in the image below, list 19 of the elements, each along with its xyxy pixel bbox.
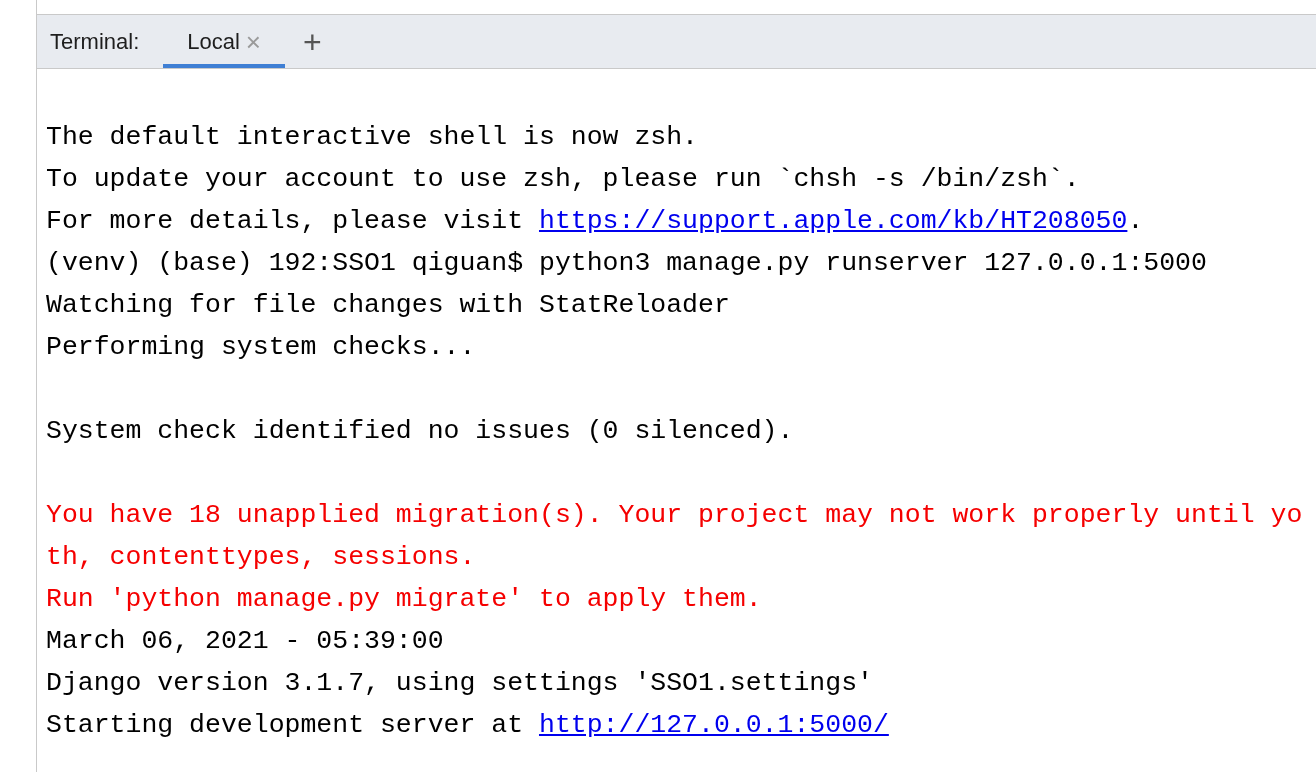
output-text: For more details, please visit: [46, 205, 525, 238]
terminal-label: Terminal:: [50, 28, 140, 56]
output-line: To update your account to use zsh, please run `chsh -s /bin/zsh`.: [46, 163, 1081, 196]
add-tab-button[interactable]: +: [303, 25, 322, 58]
error-line: Run 'python manage.py migrate' to apply them.: [46, 583, 763, 616]
output-line: Performing system checks...: [46, 331, 477, 364]
output-line: (venv) (base) 192:SSO1 qiguan$ python3 manage.py runserver 127.0.0.1:5000: [46, 247, 1208, 280]
error-line: th, contenttypes, sessions.: [46, 541, 477, 574]
output-line: March 06, 2021 - 05:39:00: [46, 625, 445, 658]
output-text: Starting development server at: [46, 709, 525, 742]
output-line: System check identified no issues (0 silenced).: [46, 415, 795, 448]
error-line: You have 18 unapplied migration(s). Your project may not work properly until yo: [46, 499, 1304, 532]
output-line: Watching for file changes with StatReloader: [46, 289, 731, 322]
output-text: .: [1127, 205, 1144, 238]
tab-label: Local: [187, 28, 240, 56]
link[interactable]: https://support.apple.com/kb/HT208050: [539, 200, 1128, 242]
output-line: Django version 3.1.7, using settings 'SSO1.settings': [46, 667, 874, 700]
link[interactable]: http://127.0.0.1:5000/: [539, 704, 889, 746]
output-line: The default interactive shell is now zsh.: [46, 121, 699, 154]
